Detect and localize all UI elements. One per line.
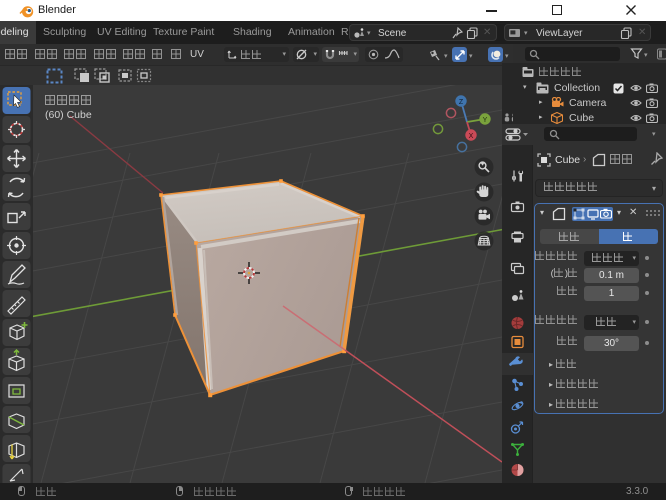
svg-text:Y: Y bbox=[483, 117, 488, 124]
svg-text:X: X bbox=[469, 133, 474, 140]
svg-text:Z: Z bbox=[459, 99, 464, 106]
